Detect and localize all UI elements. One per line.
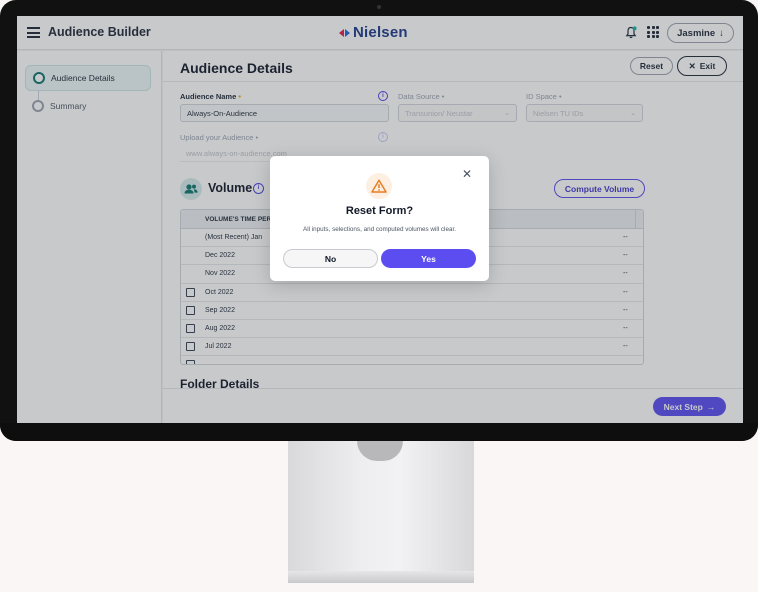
monitor-mockup: Audience Builder Nielsen Jasmine ↓ Audie… (0, 0, 758, 592)
stand-foot (288, 571, 474, 583)
app-screen: Audience Builder Nielsen Jasmine ↓ Audie… (17, 16, 743, 423)
camera-dot (377, 5, 381, 9)
warning-icon (366, 173, 392, 199)
dialog-message: All inputs, selections, and computed vol… (303, 226, 456, 233)
yes-button[interactable]: Yes (381, 249, 476, 268)
reset-form-dialog: ✕ Reset Form? All inputs, selections, an… (270, 156, 489, 281)
no-button[interactable]: No (283, 249, 378, 268)
monitor-stand (288, 441, 474, 578)
close-icon[interactable]: ✕ (461, 168, 473, 180)
dialog-title: Reset Form? (345, 205, 414, 217)
monitor-chin (0, 423, 758, 441)
